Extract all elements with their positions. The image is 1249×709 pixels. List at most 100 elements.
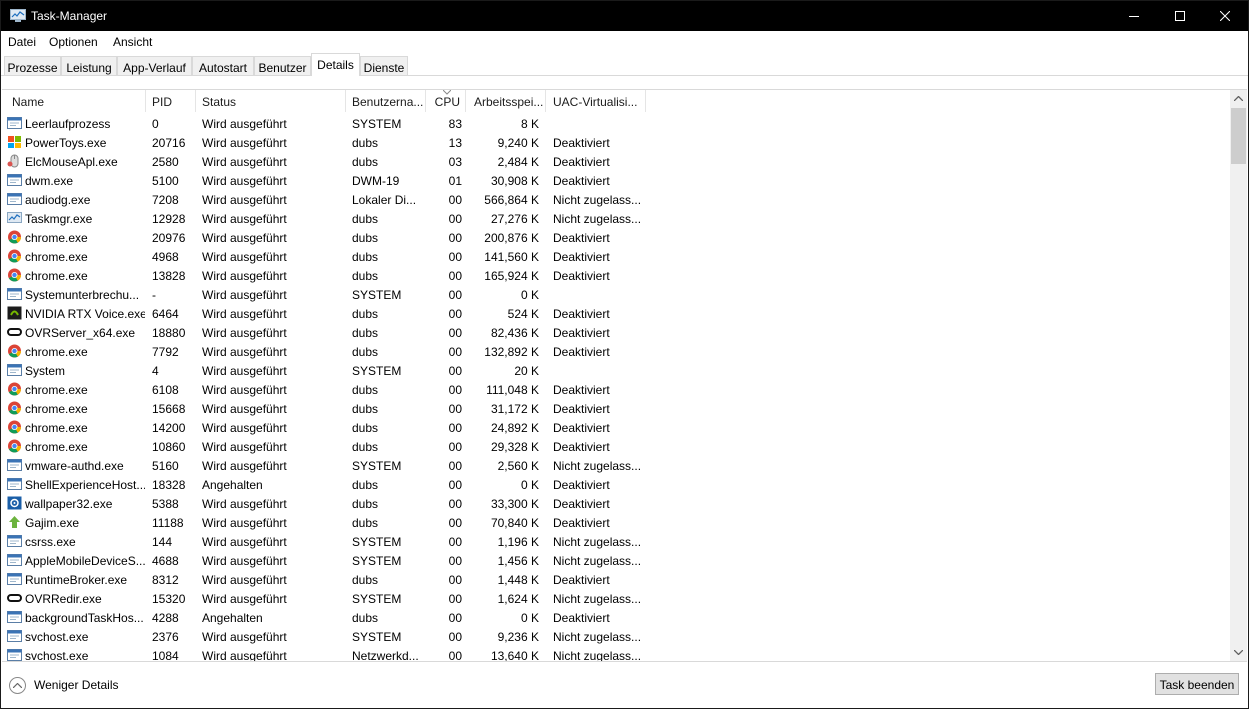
table-row[interactable]: backgroundTaskHos... 4288 Angehalten dubs 00… xyxy=(2,608,1230,627)
table-row[interactable]: vmware-authd.exe 5160 Wird ausgeführt SYSTE… xyxy=(2,456,1230,475)
table-row[interactable]: PowerToys.exe 20716 Wird ausgeführt dubs 13 9… xyxy=(2,133,1230,152)
chevron-down-icon xyxy=(1234,650,1243,655)
table-row[interactable]: chrome.exe 6108 Wird ausgeführt dubs 00 111,0… xyxy=(2,380,1230,399)
process-pid: 4288 xyxy=(152,611,179,625)
menu-ansicht[interactable]: Ansicht xyxy=(113,35,152,49)
table-row[interactable]: chrome.exe 7792 Wird ausgeführt dubs 00 132,8… xyxy=(2,342,1230,361)
process-status: Wird ausgeführt xyxy=(202,288,287,302)
column-header-status[interactable]: Status xyxy=(196,90,346,112)
process-cpu: 00 xyxy=(448,497,462,511)
column-header-memory[interactable]: Arbeitsspei... xyxy=(466,90,546,112)
tab-leistung[interactable]: Leistung xyxy=(61,56,117,75)
process-user: dubs xyxy=(352,497,379,511)
table-row[interactable]: Taskmgr.exe 12928 Wird ausgeführt dubs 00 27,… xyxy=(2,209,1230,228)
table-row[interactable]: chrome.exe 20976 Wird ausgeführt dubs 00 200,… xyxy=(2,228,1230,247)
table-row[interactable]: Leerlaufprozess 0 Wird ausgeführt SYSTEM 83 8… xyxy=(2,114,1230,133)
table-row[interactable]: dwm.exe 5100 Wird ausgeführt DWM-19 01 30,908… xyxy=(2,171,1230,190)
process-user: SYSTEM xyxy=(352,592,402,606)
column-header-uac[interactable]: UAC-Virtualisi... xyxy=(546,90,646,112)
system-process-icon xyxy=(7,117,22,129)
table-row[interactable]: OVRRedir.exe 15320 Wird ausgeführt SYSTEM 00… xyxy=(2,589,1230,608)
table-row[interactable]: System 4 Wird ausgeführt SYSTEM 00 20 K xyxy=(2,361,1230,380)
minimize-button[interactable] xyxy=(1111,1,1157,31)
process-name: Leerlaufprozess xyxy=(25,117,111,131)
menu-optionen[interactable]: Optionen xyxy=(49,35,98,49)
table-row[interactable]: ShellExperienceHost... 18328 Angehalten dub… xyxy=(2,475,1230,494)
process-name: AppleMobileDeviceS... xyxy=(25,554,145,568)
process-cpu: 00 xyxy=(448,440,462,454)
tab-dienste[interactable]: Dienste xyxy=(360,56,408,75)
table-row[interactable]: RuntimeBroker.exe 8312 Wird ausgeführt dubs… xyxy=(2,570,1230,589)
process-cpu: 00 xyxy=(448,421,462,435)
system-process-icon xyxy=(7,478,22,490)
process-status: Wird ausgeführt xyxy=(202,516,287,530)
process-name: System xyxy=(25,364,66,378)
process-name: backgroundTaskHos... xyxy=(25,611,144,625)
process-mem: 0 K xyxy=(520,288,539,302)
process-name: PowerToys.exe xyxy=(25,136,107,150)
process-cpu: 00 xyxy=(448,554,462,568)
column-header-pid[interactable]: PID xyxy=(146,90,196,112)
process-user: SYSTEM xyxy=(352,117,402,131)
process-user: dubs xyxy=(352,440,379,454)
table-row[interactable]: AppleMobileDeviceS... 4688 Wird ausgeführt… xyxy=(2,551,1230,570)
maximize-button[interactable] xyxy=(1157,1,1203,31)
process-mem: 82,436 K xyxy=(490,326,539,340)
system-process-icon xyxy=(7,288,22,300)
oculus-icon xyxy=(7,328,22,336)
process-mem: 0 K xyxy=(520,478,539,492)
process-user: dubs xyxy=(352,516,379,530)
system-process-icon xyxy=(7,554,22,566)
process-user: SYSTEM xyxy=(352,630,402,644)
column-header-cpu[interactable]: CPU xyxy=(426,90,466,112)
process-cpu: 00 xyxy=(448,231,462,245)
process-status: Angehalten xyxy=(202,611,263,625)
scroll-down-button[interactable] xyxy=(1230,644,1247,661)
table-row[interactable]: NVIDIA RTX Voice.exe 6464 Wird ausgeführt d… xyxy=(2,304,1230,323)
fewer-details-button[interactable]: Weniger Details xyxy=(9,675,118,695)
table-row[interactable]: chrome.exe 4968 Wird ausgeführt dubs 00 141,5… xyxy=(2,247,1230,266)
scroll-up-button[interactable] xyxy=(1230,90,1247,107)
scroll-thumb[interactable] xyxy=(1231,108,1246,164)
table-row[interactable]: chrome.exe 15668 Wird ausgeführt dubs 00 31,1… xyxy=(2,399,1230,418)
table-row[interactable]: chrome.exe 13828 Wird ausgeführt dubs 00 165,… xyxy=(2,266,1230,285)
table-row[interactable]: svchost.exe 1084 Wird ausgeführt Netzwerkd.… xyxy=(2,646,1230,661)
table-row[interactable]: chrome.exe 10860 Wird ausgeführt dubs 00 29,3… xyxy=(2,437,1230,456)
table-row[interactable]: audiodg.exe 7208 Wird ausgeführt Lokaler Di… xyxy=(2,190,1230,209)
process-status: Wird ausgeführt xyxy=(202,117,287,131)
process-pid: 18328 xyxy=(152,478,186,492)
process-status: Wird ausgeführt xyxy=(202,231,287,245)
table-row[interactable]: svchost.exe 2376 Wird ausgeführt SYSTEM 00 9,… xyxy=(2,627,1230,646)
process-pid: 0 xyxy=(152,117,159,131)
process-mem: 0 K xyxy=(520,611,539,625)
tab-details[interactable]: Details xyxy=(311,53,360,76)
table-row[interactable]: ElcMouseApl.exe 2580 Wird ausgeführt dubs 03… xyxy=(2,152,1230,171)
tab-prozesse[interactable]: Prozesse xyxy=(4,56,61,75)
process-uac: Deaktiviert xyxy=(553,231,610,245)
process-cpu: 00 xyxy=(448,269,462,283)
table-row[interactable]: Gajim.exe 11188 Wird ausgeführt dubs 00 70,84… xyxy=(2,513,1230,532)
oculus-icon xyxy=(7,594,22,602)
process-status: Wird ausgeführt xyxy=(202,212,287,226)
vertical-scrollbar[interactable] xyxy=(1230,90,1247,661)
tab-app-verlauf[interactable]: App-Verlauf xyxy=(117,56,192,75)
process-mem: 27,276 K xyxy=(490,212,539,226)
process-pid: 4 xyxy=(152,364,159,378)
tab-benutzer[interactable]: Benutzer xyxy=(254,56,311,75)
column-header-user[interactable]: Benutzerna... xyxy=(346,90,426,112)
close-button[interactable] xyxy=(1202,1,1248,31)
table-row[interactable]: csrss.exe 144 Wird ausgeführt SYSTEM 00 1,196… xyxy=(2,532,1230,551)
table-row[interactable]: wallpaper32.exe 5388 Wird ausgeführt dubs 00… xyxy=(2,494,1230,513)
process-status: Wird ausgeführt xyxy=(202,269,287,283)
tab-autostart[interactable]: Autostart xyxy=(192,56,254,75)
end-task-button[interactable]: Task beenden xyxy=(1155,673,1239,695)
table-row[interactable]: OVRServer_x64.exe 18880 Wird ausgeführt dub… xyxy=(2,323,1230,342)
menu-datei[interactable]: Datei xyxy=(8,35,36,49)
fewer-details-label: Weniger Details xyxy=(34,678,119,692)
process-cpu: 00 xyxy=(448,630,462,644)
table-row[interactable]: Systemunterbrechu... - Wird ausgeführt SYST… xyxy=(2,285,1230,304)
table-row[interactable]: chrome.exe 14200 Wird ausgeführt dubs 00 24,8… xyxy=(2,418,1230,437)
column-header-name[interactable]: Name xyxy=(2,90,146,112)
process-uac: Nicht zugelass... xyxy=(553,554,642,568)
process-user: dubs xyxy=(352,212,379,226)
